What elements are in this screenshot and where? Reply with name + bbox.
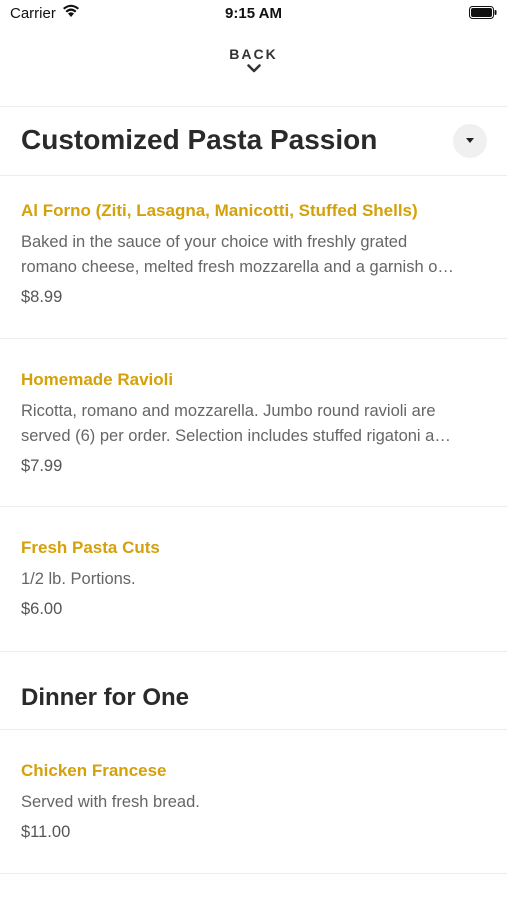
divider xyxy=(0,729,507,730)
menu-item[interactable]: Chicken Francese Served with fresh bread… xyxy=(21,760,491,843)
menu-item-name: Al Forno (Ziti, Lasagna, Manicotti, Stuf… xyxy=(21,201,418,220)
menu-item[interactable]: Fresh Pasta Cuts 1/2 lb. Portions. $6.00 xyxy=(21,537,491,620)
menu-item-price: $6.00 xyxy=(21,600,63,618)
menu-item-name: Chicken Francese xyxy=(21,761,167,780)
menu-item-description: served (6) per order. Selection includes… xyxy=(21,427,451,445)
menu-item-price: $11.00 xyxy=(21,823,71,841)
menu-item-name: Homemade Ravioli xyxy=(21,370,174,389)
divider xyxy=(0,506,507,507)
menu-item-name: Fresh Pasta Cuts xyxy=(21,538,160,557)
divider xyxy=(0,651,507,652)
status-bar: Carrier 9:15 AM xyxy=(0,0,507,28)
divider xyxy=(0,175,507,176)
section-title: Customized Pasta Passion xyxy=(21,124,378,155)
divider xyxy=(0,106,507,107)
menu-item-description: Ricotta, romano and mozzarella. Jumbo ro… xyxy=(21,402,436,420)
menu-item-price: $7.99 xyxy=(21,457,63,475)
menu-item-description: Served with fresh bread. xyxy=(21,793,200,811)
menu-item[interactable]: Al Forno (Ziti, Lasagna, Manicotti, Stuf… xyxy=(21,200,491,308)
divider xyxy=(0,873,507,874)
menu-item-description: romano cheese, melted fresh mozzarella a… xyxy=(21,258,454,276)
chevron-down-icon xyxy=(246,64,261,73)
section-title: Dinner for One xyxy=(21,684,190,711)
menu-item-description: Baked in the sauce of your choice with f… xyxy=(21,233,408,251)
menu-item-price: $8.99 xyxy=(21,288,63,306)
caret-down-icon xyxy=(466,138,474,143)
clock: 9:15 AM xyxy=(225,5,282,22)
battery-icon xyxy=(469,6,497,24)
menu-item[interactable]: Homemade Ravioli Ricotta, romano and moz… xyxy=(21,369,491,477)
back-button[interactable]: BACK xyxy=(0,46,507,73)
divider xyxy=(0,338,507,339)
back-label: BACK xyxy=(229,46,278,62)
menu-item-description: 1/2 lb. Portions. xyxy=(21,570,136,588)
section-dropdown-button[interactable] xyxy=(453,124,487,158)
